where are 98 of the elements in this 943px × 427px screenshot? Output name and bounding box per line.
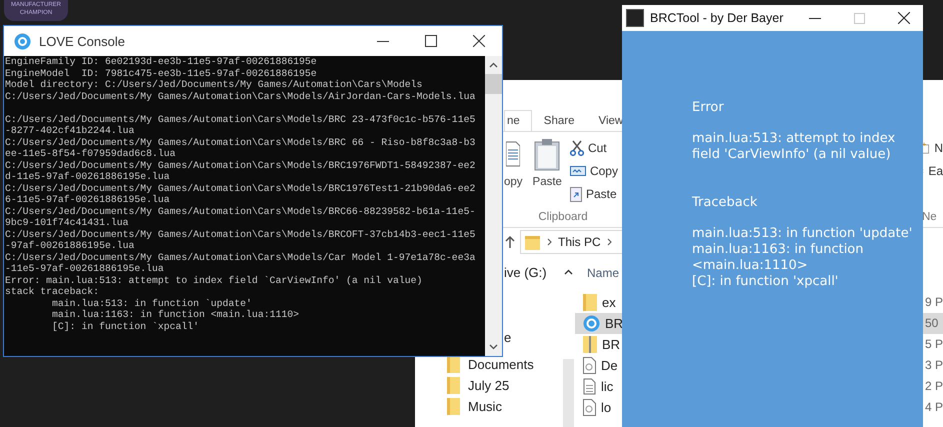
file-time: 50 <box>922 313 943 334</box>
traceback-line: main.lua:513: in function 'update' <box>692 226 914 242</box>
console-line: C:/Users/Jed/Documents/My Games/Automation\Cars\Models/BRC 23-473f0c1c-b576-11e5 <box>5 114 476 125</box>
file-row[interactable]: lo <box>575 397 622 418</box>
file-name: De <box>601 358 618 373</box>
minimize-icon[interactable] <box>377 40 389 42</box>
address-bar[interactable]: This PC <box>520 230 622 254</box>
group-label: Clipboard <box>537 211 589 223</box>
console-line: -8277-402cf41b2244.lua <box>5 125 136 136</box>
traceback-line: main.lua:1163: in function <box>692 242 864 258</box>
file-name: BR <box>605 316 624 331</box>
error-heading: Error <box>692 100 725 116</box>
copy-button[interactable]: Copy <box>570 161 618 181</box>
document-icon <box>583 399 596 416</box>
console-line: main.lua:513: in function `update' <box>51 298 253 309</box>
address-segment[interactable]: This PC <box>558 235 601 249</box>
folder-icon <box>447 398 460 415</box>
console-line: -11e5-97af-00261886195e.lua <box>5 263 165 274</box>
shortcut-icon <box>570 186 582 202</box>
window-title: BRCTool - by Der Bayer <box>650 11 784 25</box>
error-message: field 'CarViewInfo' (a nil value) <box>692 147 892 163</box>
console-line: C:/Users/Jed/Documents/My Games/Automation\Cars\Models/BRC 66 - Riso-b8f8c3a8-b3 <box>5 136 476 148</box>
console-line: d-11e5-97af-00261886195e.lua <box>5 171 171 182</box>
console-line: stack traceback: <box>5 286 100 298</box>
console-line: Error: main.lua:513: attempt to index field `CarViewInfo' (a nil value) <box>5 274 424 286</box>
folder-icon <box>447 356 460 373</box>
copy-button[interactable]: opy <box>504 138 525 204</box>
app-icon <box>14 32 31 50</box>
traceback-line: [C]: in function 'xpcall' <box>692 274 840 290</box>
app-icon <box>583 315 600 332</box>
console-line: EngineModel ID: 7981c475-ee3b-11e5-97af-00261886195e <box>5 68 318 79</box>
close-icon[interactable] <box>898 12 910 24</box>
scroll-thumb[interactable] <box>485 74 502 94</box>
nav-item[interactable]: e <box>504 327 512 348</box>
nav-item[interactable]: ive (G:) <box>504 262 547 283</box>
group-label: Ne <box>922 211 938 223</box>
text-file-icon <box>583 378 596 395</box>
ribbon-tab[interactable]: ne <box>504 110 532 131</box>
folder-icon <box>447 377 460 394</box>
console-line: EngineFamily ID: 6e02193d-ee3b-11e5-97af-00261886195e <box>5 56 318 68</box>
console-line: [C]: in function `xpcall' <box>51 320 200 332</box>
app-icon <box>626 9 644 27</box>
nav-item[interactable]: Music <box>415 396 502 417</box>
file-time: 5 P <box>924 336 943 353</box>
ribbon-tab[interactable]: View <box>586 110 624 131</box>
scrollbar[interactable] <box>562 359 574 427</box>
chevron-icon <box>606 238 612 246</box>
file-name: lic <box>601 379 614 394</box>
file-row[interactable]: BR <box>575 313 622 334</box>
console-line: C:/Users/Jed/Documents/My Games/Automation\Cars\Models/BRC1976FWDT1-58492387-ee2 <box>5 160 476 171</box>
chevron-icon <box>547 238 552 246</box>
scrollbar[interactable] <box>485 56 502 356</box>
console-line: main.lua:1163: in function <main.lua:1110> <box>51 309 300 320</box>
console-line: C:/Users/Jed/Documents/My Games/Automation\Cars\Models/BRCOFT-37cb14b3-eec1-11e5 <box>5 228 476 240</box>
console-line: Model directory: C:/Users/Jed/Documents/My Games/Automation\Cars\Models <box>5 79 424 90</box>
error-message: main.lua:513: attempt to index <box>692 131 896 147</box>
up-arrow-icon[interactable] <box>505 235 515 249</box>
file-name: lo <box>601 400 612 415</box>
maximize-icon[interactable] <box>425 35 437 47</box>
folder-icon <box>525 234 541 250</box>
document-icon <box>583 357 596 374</box>
console-line: C:/Users/Jed/Documents/My Games/Automation\Cars\Models/Car Model 1-97e1a78c-ee3a <box>5 252 476 263</box>
console-line: C:/Users/Jed/Documents/My Games/Automation\Cars\Models/AirJordan-Cars-Models.lua <box>5 90 476 102</box>
cut-button[interactable]: Cut <box>570 138 618 158</box>
collapse-icon[interactable] <box>564 269 572 275</box>
file-time: 3 P <box>924 357 943 374</box>
window-title: LOVE Console <box>39 34 126 48</box>
file-row[interactable]: lic <box>575 376 622 397</box>
clipboard-icon <box>534 138 560 172</box>
scroll-up-icon[interactable] <box>489 62 498 68</box>
scissors-icon <box>570 140 584 156</box>
file-row[interactable]: ex <box>575 292 622 313</box>
nav-item[interactable]: Documents <box>415 354 534 375</box>
console-line: -97af-00261886195e.lua <box>5 240 136 252</box>
paste-shortcut-button[interactable]: Paste <box>570 184 618 204</box>
scroll-down-icon[interactable] <box>489 344 498 350</box>
path-icon <box>570 166 586 176</box>
file-name: ex <box>602 295 616 310</box>
traceback-line: <main.lua:1110> <box>692 258 809 274</box>
ribbon-tab[interactable]: Share <box>532 110 586 131</box>
nav-item[interactable]: July 25 <box>415 375 510 396</box>
console-line: C:/Users/Jed/Documents/My Games/Automation\Cars\Models/BRC66-88239582-b61a-11e5- <box>5 206 476 217</box>
file-time: 9 P <box>924 294 943 311</box>
zip-folder-icon <box>583 336 597 353</box>
paste-button[interactable]: Paste <box>530 138 564 204</box>
close-icon[interactable] <box>473 35 485 47</box>
traceback-heading: Traceback <box>692 195 758 211</box>
file-time: 2 P <box>924 378 943 395</box>
file-name: BR <box>602 337 620 352</box>
console-line: ee-11e5-8f54-f07959dad6c8.lua <box>5 148 176 160</box>
console-line: 9bc9-101f74c41431.lua <box>5 217 130 228</box>
folder-icon <box>583 294 597 311</box>
file-row[interactable]: De <box>575 355 622 376</box>
console-line: 6-11e5-97af-00261886195e.lua <box>5 194 171 206</box>
file-row[interactable]: BR <box>575 334 622 355</box>
console-line: C:/Users/Jed/Documents/My Games/Automation\Cars\Models/BRC1976Test1-21b90da6-ee2 <box>5 182 476 194</box>
file-time: 4 P <box>924 399 943 416</box>
column-header[interactable]: Name <box>587 266 620 280</box>
